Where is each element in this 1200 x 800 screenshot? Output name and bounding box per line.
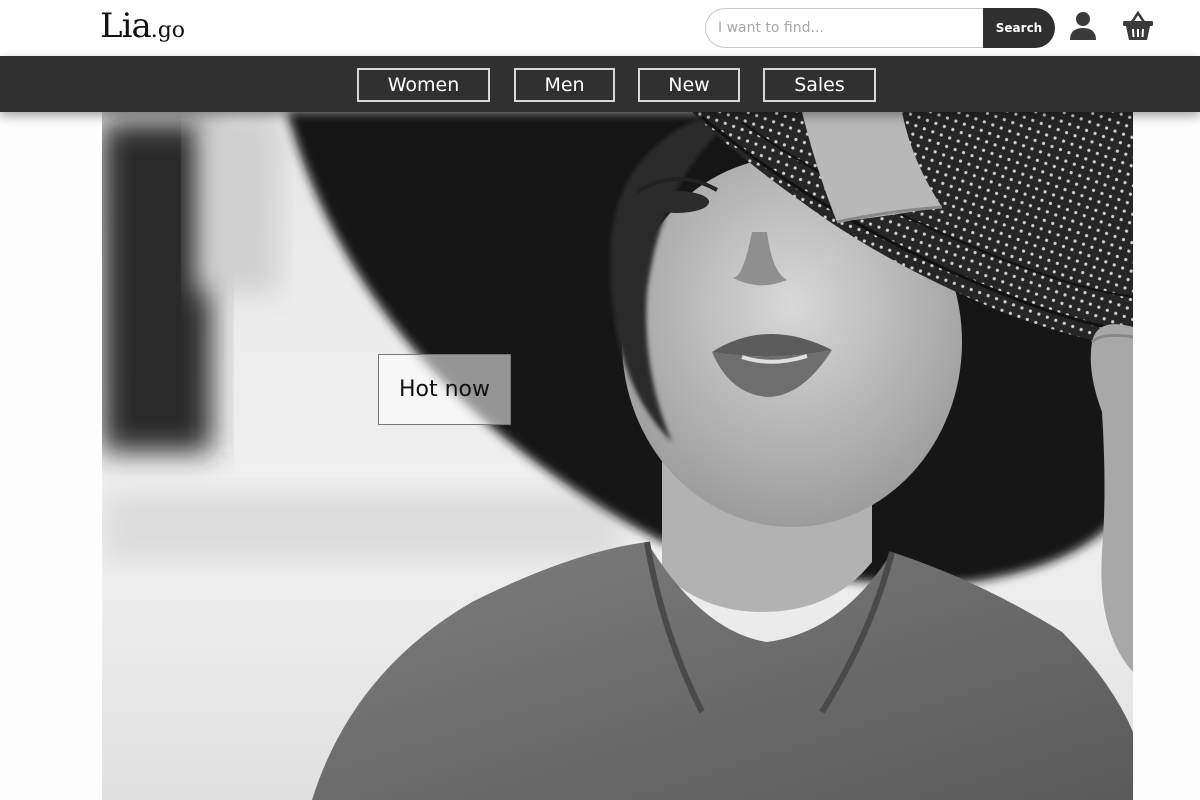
search-button[interactable]: Search — [983, 8, 1055, 48]
site-logo[interactable]: Lia.go — [100, 6, 185, 46]
nav-item-women[interactable]: Women — [357, 68, 490, 102]
cart-button[interactable] — [1122, 10, 1153, 42]
site-header: Lia.go Search — [0, 0, 1200, 56]
hero-banner: Hot now — [102, 112, 1133, 800]
search-form: Search — [705, 8, 1055, 48]
nav-item-new[interactable]: New — [638, 68, 740, 102]
hot-now-button[interactable]: Hot now — [378, 354, 511, 425]
account-button[interactable] — [1068, 10, 1098, 42]
search-input[interactable] — [705, 8, 983, 48]
basket-icon — [1123, 10, 1153, 40]
user-icon — [1070, 12, 1096, 40]
logo-main-text: Lia — [100, 6, 152, 46]
logo-sub-text: .go — [150, 18, 186, 43]
main-nav: Women Men New Sales — [0, 56, 1200, 112]
nav-item-men[interactable]: Men — [514, 68, 615, 102]
page: Lia.go Search Women Men New — [0, 0, 1200, 800]
nav-item-sales[interactable]: Sales — [763, 68, 876, 102]
hero-image — [102, 112, 1133, 800]
